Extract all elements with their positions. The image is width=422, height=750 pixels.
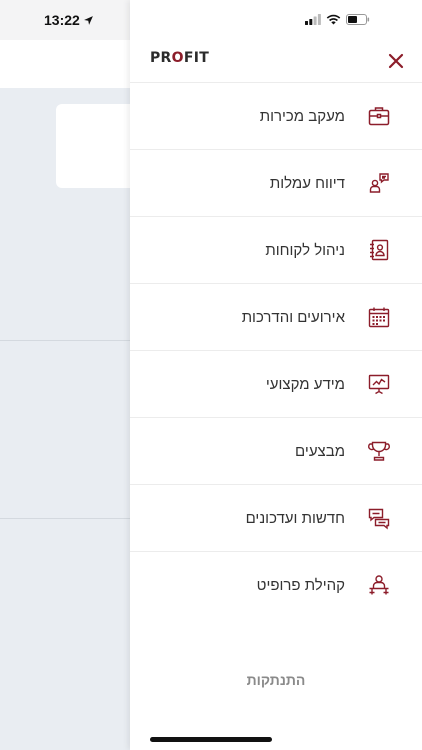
home-indicator: [150, 737, 272, 742]
menu-item-label: מידע מקצועי: [265, 375, 345, 393]
menu-item-sales-tracking[interactable]: מעקב מכירות: [130, 82, 422, 149]
menu-item-label: מבצעים: [295, 442, 345, 460]
menu-item-professional-info[interactable]: מידע מקצועי: [130, 350, 422, 417]
commission-report-icon: [366, 170, 392, 196]
logout-button[interactable]: התנתקות: [130, 672, 422, 688]
menu-item-label: אירועים והדרכות: [241, 308, 345, 326]
profit-logo: PROFIT: [150, 50, 210, 66]
close-menu-button[interactable]: [384, 50, 408, 74]
menu-item-client-management[interactable]: ניהול לקוחות: [130, 216, 422, 283]
close-icon: [388, 53, 404, 68]
menu-item-label: קהילת פרופיט: [256, 576, 345, 594]
menu-item-news-updates[interactable]: חדשות ועדכונים: [130, 484, 422, 551]
battery-icon: [346, 14, 370, 25]
news-chat-icon: [366, 505, 392, 531]
trophy-icon: [366, 438, 392, 464]
community-icon: [366, 572, 392, 598]
wifi-icon: [326, 14, 341, 25]
status-icons: [305, 14, 370, 25]
presentation-chart-icon: [366, 371, 392, 397]
menu-item-label: דיווח עמלות: [269, 174, 345, 192]
background-divider: [0, 518, 150, 519]
status-time: 13:22: [44, 12, 94, 28]
location-arrow-icon: [83, 15, 93, 25]
background-divider: [0, 340, 150, 341]
cellular-signal-icon: [305, 14, 321, 25]
menu-item-label: חדשות ועדכונים: [245, 509, 345, 527]
menu-item-promotions[interactable]: מבצעים: [130, 417, 422, 484]
calendar-icon: [366, 304, 392, 330]
briefcase-icon: [366, 103, 392, 129]
menu-item-label: מעקב מכירות: [259, 107, 345, 125]
side-menu-drawer: PROFIT מעקב מכירות דיווח עמלות ניהול לקו…: [130, 0, 422, 750]
menu-item-events-trainings[interactable]: אירועים והדרכות: [130, 283, 422, 350]
side-menu-list: מעקב מכירות דיווח עמלות ניהול לקוחות איר…: [130, 82, 422, 618]
menu-item-commission-report[interactable]: דיווח עמלות: [130, 149, 422, 216]
menu-item-profit-community[interactable]: קהילת פרופיט: [130, 551, 422, 618]
menu-item-label: ניהול לקוחות: [265, 241, 345, 259]
drawer-header: PROFIT: [130, 40, 422, 82]
contacts-book-icon: [366, 237, 392, 263]
